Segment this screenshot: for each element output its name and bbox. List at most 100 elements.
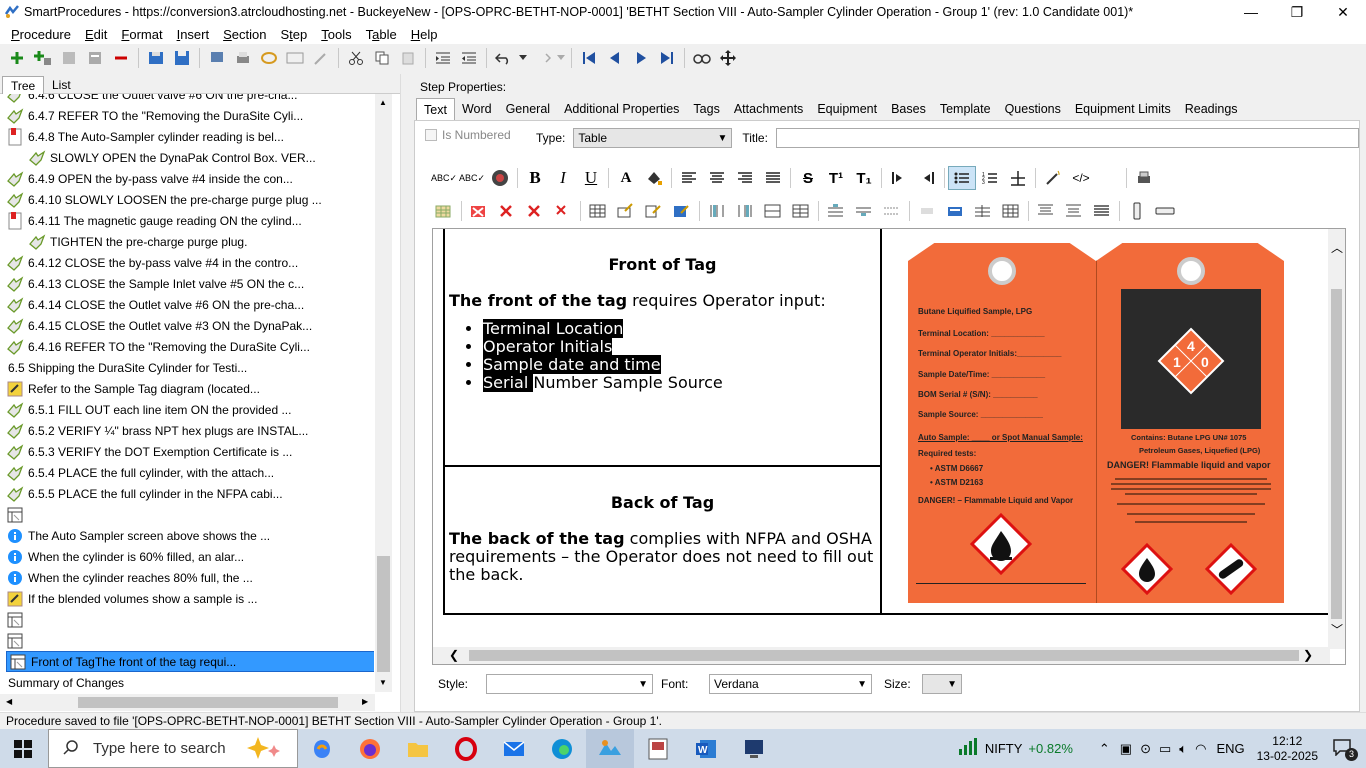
first-icon[interactable] [576, 46, 602, 70]
chevron-down-icon[interactable]: ﹀ [1331, 621, 1343, 638]
underline-icon[interactable]: U [577, 166, 605, 190]
tree-item[interactable]: 6.5.5 PLACE the full cylinder in the NFP… [2, 483, 374, 504]
menu-step[interactable]: Step [273, 27, 314, 42]
notification-icon[interactable]: 3 [1332, 738, 1358, 761]
tree-vertical-scrollbar[interactable]: ▲ ▼ [375, 94, 392, 692]
is-numbered-checkbox[interactable] [425, 129, 437, 141]
chevron-up-icon[interactable]: ⌃ [1099, 741, 1110, 757]
cell-align-top-icon[interactable] [1032, 199, 1060, 223]
increase-indent-icon[interactable] [885, 166, 913, 190]
split-cells-icon[interactable] [787, 199, 815, 223]
strikethrough-icon[interactable]: S [794, 166, 822, 190]
outline-icon[interactable] [82, 46, 108, 70]
editor-horizontal-scrollbar[interactable]: ❮ ❯ [433, 647, 1330, 664]
color-wheel-icon[interactable] [486, 166, 514, 190]
location-icon[interactable]: ⊙ [1140, 741, 1151, 757]
delete-column-icon[interactable] [521, 199, 549, 223]
tree-item[interactable]: 6.5 Shipping the DuraSite Cylinder for T… [2, 357, 374, 378]
table-edit-icon[interactable] [612, 199, 640, 223]
tree-item[interactable]: 6.4.8 The Auto-Sampler cylinder reading … [2, 126, 374, 147]
previous-icon[interactable] [602, 46, 628, 70]
indent-icon[interactable] [456, 46, 482, 70]
horizontal-divider-icon[interactable] [1151, 199, 1179, 223]
next-icon[interactable] [628, 46, 654, 70]
taskbar-search[interactable]: Type here to search [48, 729, 298, 768]
windows-start-icon[interactable] [14, 740, 32, 761]
editor-hscroll-thumb[interactable] [469, 650, 1299, 661]
file-explorer-icon[interactable] [394, 729, 442, 768]
form-icon[interactable] [282, 46, 308, 70]
front-of-tag-cell[interactable]: Front of Tag The front of the tag requir… [443, 229, 882, 467]
tree-item[interactable]: Refer to the Sample Tag diagram (located… [2, 378, 374, 399]
tab-equipment-limits[interactable]: Equipment Limits [1068, 98, 1178, 120]
cell-align-middle-icon[interactable] [1060, 199, 1088, 223]
nifty-change[interactable]: +0.82% [1028, 741, 1072, 756]
tree-item[interactable]: 6.4.6 CLOSE the Outlet valve #6 ON the p… [2, 94, 374, 105]
tree-item[interactable]: 6.5.1 FILL OUT each line item ON the pro… [2, 399, 374, 420]
editor-vertical-scrollbar[interactable]: ︿ ﹀ [1328, 229, 1345, 649]
font-select[interactable]: Verdana ▼ [709, 674, 872, 694]
tree-item[interactable]: 6.4.9 OPEN the by-pass valve #4 inside t… [2, 168, 374, 189]
chevron-right-icon[interactable]: ❯ [1303, 648, 1313, 662]
add-icon[interactable] [4, 46, 30, 70]
wand-icon[interactable] [308, 46, 334, 70]
outdent-icon[interactable] [430, 46, 456, 70]
wifi-icon[interactable]: ◠ [1195, 741, 1206, 757]
firefox-icon[interactable] [346, 729, 394, 768]
menu-section[interactable]: Section [216, 27, 273, 42]
tab-general[interactable]: General [499, 98, 557, 120]
tree-hscroll-thumb[interactable] [78, 697, 338, 708]
justify-icon[interactable] [759, 166, 787, 190]
table-properties-icon[interactable] [668, 199, 696, 223]
scroll-up-icon[interactable]: ▲ [379, 98, 387, 107]
tab-list[interactable]: List [44, 76, 79, 94]
scroll-left-icon[interactable]: ◀ [6, 697, 12, 706]
chevron-left-icon[interactable]: ❮ [449, 648, 459, 662]
table-grid-icon[interactable] [584, 199, 612, 223]
step-text-editor[interactable]: Front of Tag The front of the tag requir… [432, 228, 1346, 665]
tab-questions[interactable]: Questions [998, 98, 1068, 120]
tab-word[interactable]: Word [455, 98, 499, 120]
tab-bases[interactable]: Bases [884, 98, 933, 120]
publish-icon[interactable] [204, 46, 230, 70]
tree-item[interactable]: Summary of Changes [2, 672, 374, 692]
tab-additional-properties[interactable]: Additional Properties [557, 98, 686, 120]
tree-scroll-thumb[interactable] [377, 556, 390, 672]
subscript-icon[interactable]: T₁ [850, 166, 878, 190]
tree-item[interactable]: 6.4.10 SLOWLY LOOSEN the pre-charge purg… [2, 189, 374, 210]
menu-help[interactable]: Help [404, 27, 445, 42]
tree-item[interactable] [2, 504, 374, 525]
redo-icon[interactable] [529, 46, 555, 70]
tree-item[interactable]: The Auto Sampler screen above shows the … [2, 525, 374, 546]
tab-attachments[interactable]: Attachments [727, 98, 810, 120]
tree-item[interactable]: 6.4.12 CLOSE the by-pass valve #4 in the… [2, 252, 374, 273]
decrease-indent-icon[interactable] [913, 166, 941, 190]
find-icon[interactable] [689, 46, 715, 70]
tree-item[interactable]: If the blended volumes show a sample is … [2, 588, 374, 609]
numbered-list-icon[interactable]: 123 [976, 166, 1004, 190]
tree-item[interactable]: SLOWLY OPEN the DynaPak Control Box. VER… [2, 147, 374, 168]
row-spacing-icon[interactable] [878, 199, 906, 223]
tree-item[interactable]: 6.5.4 PLACE the full cylinder, with the … [2, 462, 374, 483]
highlight-icon[interactable] [640, 166, 668, 190]
type-select[interactable]: Table ▼ [573, 128, 733, 148]
back-of-tag-cell[interactable]: Back of Tag The back of the tag complies… [443, 465, 882, 615]
cut-icon[interactable] [343, 46, 369, 70]
battery-icon[interactable]: ▭ [1159, 741, 1171, 757]
cell-align-bottom-icon[interactable] [1088, 199, 1116, 223]
title-input[interactable] [775, 128, 1359, 148]
insert-column-right-icon[interactable] [731, 199, 759, 223]
table-layout-icon[interactable] [997, 199, 1025, 223]
volume-icon[interactable]: 🔈︎ [1179, 741, 1187, 757]
smartprocedures-taskbar-icon[interactable] [586, 729, 634, 768]
align-right-icon[interactable] [731, 166, 759, 190]
mail-icon[interactable] [490, 729, 538, 768]
tree-horizontal-scrollbar[interactable]: ◀ ▶ [0, 694, 375, 711]
delete-table-icon[interactable] [465, 199, 493, 223]
tree-item[interactable]: Front of TagThe front of the tag requi..… [6, 651, 374, 672]
tree-item[interactable]: When the cylinder reaches 80% full, the … [2, 567, 374, 588]
paste-icon[interactable] [395, 46, 421, 70]
tab-template[interactable]: Template [933, 98, 998, 120]
clock[interactable]: 12:12 13-02-2025 [1257, 734, 1318, 764]
opera-icon[interactable] [442, 729, 490, 768]
